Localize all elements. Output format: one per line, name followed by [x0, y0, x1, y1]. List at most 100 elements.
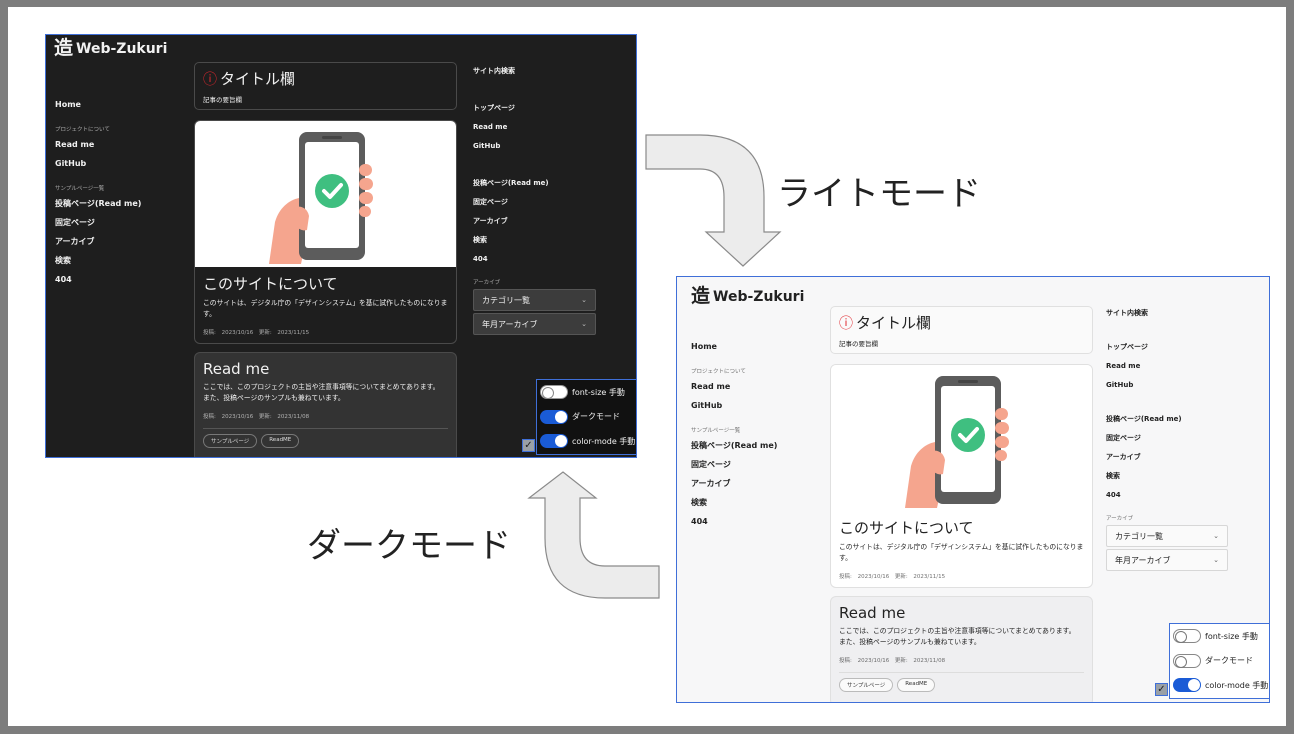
chevron-down-icon: ⌄ [1213, 556, 1219, 564]
article-posted: 投稿: 2023/10/16 [839, 574, 890, 580]
article-updated: 更新: 2023/11/15 [258, 330, 310, 336]
side-top-page[interactable]: トップページ [473, 99, 603, 118]
font-size-switch[interactable] [1173, 629, 1201, 644]
phone-illustration [195, 121, 456, 267]
dark-mode-screenshot: 造 Web-Zukuri Home プロジェクトについて Read me Git… [45, 34, 637, 458]
nav-github[interactable]: GitHub [55, 154, 185, 173]
color-mode-switch[interactable] [1173, 678, 1201, 693]
monthly-archive-select[interactable]: 年月アーカイブ ⌄ [1106, 549, 1228, 571]
tag-readme[interactable]: ReadME [261, 434, 300, 448]
toggle-panel: font-size 手動 ダークモード color-mode 手動 [1169, 623, 1269, 699]
dark-mode-switch[interactable] [1173, 653, 1201, 668]
nav-search[interactable]: 検索 [55, 251, 185, 270]
article-title: このサイトについて [839, 519, 974, 537]
side-404[interactable]: 404 [473, 250, 603, 269]
nav-read-me[interactable]: Read me [691, 377, 821, 396]
readme-text: ここでは、このプロジェクトの主旨や注意事項等についてまとめてあります。 また、投… [839, 627, 1076, 646]
chevron-down-icon: ⌄ [1213, 532, 1219, 540]
font-size-toggle-row[interactable]: font-size 手動 [537, 380, 636, 405]
nav-home[interactable]: Home [691, 337, 821, 356]
color-mode-switch[interactable] [540, 434, 568, 449]
readme-updated: 更新: 2023/11/08 [894, 658, 946, 664]
nav-heading-project: プロジェクトについて [691, 369, 746, 375]
nav-archive[interactable]: アーカイブ [691, 474, 821, 493]
font-size-label: font-size 手動 [572, 387, 625, 397]
side-post-page[interactable]: 投稿ページ(Read me) [1106, 410, 1236, 429]
readme-meta: 投稿: 2023/10/16 更新: 2023/11/08 [203, 412, 448, 420]
article-card[interactable]: このサイトについて このサイトは、デジタル庁の「デザインシステム」を基に試作した… [830, 364, 1093, 588]
nav-archive[interactable]: アーカイブ [55, 232, 185, 251]
category-select[interactable]: カテゴリ一覧 ⌄ [473, 289, 596, 311]
side-read-me[interactable]: Read me [1106, 357, 1236, 376]
arrow-to-light-icon [645, 134, 782, 267]
article-updated: 更新: 2023/11/15 [894, 574, 946, 580]
nav-fixed-page[interactable]: 固定ページ [55, 213, 185, 232]
dark-mode-toggle-row[interactable]: ダークモード [537, 405, 636, 430]
side-github[interactable]: GitHub [473, 137, 603, 156]
color-mode-toggle-row[interactable]: color-mode 手動 [537, 429, 636, 454]
nav-heading-project: プロジェクトについて [55, 127, 110, 133]
readme-title: Read me [839, 604, 906, 622]
font-size-label: font-size 手動 [1205, 631, 1258, 641]
dark-mode-switch[interactable] [540, 409, 568, 424]
side-search[interactable]: 検索 [1106, 467, 1236, 486]
arrow-to-dark-icon [527, 471, 660, 599]
readme-updated: 更新: 2023/11/08 [258, 414, 310, 420]
logo-mark: 造 [691, 285, 711, 307]
monthly-archive-select[interactable]: 年月アーカイブ ⌄ [473, 313, 596, 335]
tag-sample-page[interactable]: サンプルページ [203, 434, 258, 448]
light-mode-label: ライトモード [777, 174, 981, 214]
font-size-switch[interactable] [540, 385, 568, 400]
font-size-toggle-row[interactable]: font-size 手動 [1170, 624, 1269, 649]
nav-heading-sample: サンプルページ一覧 [691, 428, 741, 434]
chevron-down-icon: ⌄ [581, 320, 587, 328]
nav-read-me[interactable]: Read me [55, 135, 185, 154]
site-logo[interactable]: 造 Web-Zukuri [691, 287, 804, 306]
readme-posted: 投稿: 2023/10/16 [203, 414, 254, 420]
toggle-panel: font-size 手動 ダークモード color-mode 手動 [536, 379, 636, 455]
dark-mode-toggle-row[interactable]: ダークモード [1170, 649, 1269, 674]
nav-search[interactable]: 検索 [691, 493, 821, 512]
nav-fixed-page[interactable]: 固定ページ [691, 455, 821, 474]
nav-404[interactable]: 404 [55, 270, 185, 289]
logo-text: Web-Zukuri [713, 288, 805, 305]
monthly-select-value: 年月アーカイブ [482, 319, 538, 329]
side-fixed-page[interactable]: 固定ページ [1106, 429, 1236, 448]
side-read-me[interactable]: Read me [473, 118, 603, 137]
panel-checkbox[interactable]: ✓ [522, 439, 535, 452]
side-post-page[interactable]: 投稿ページ(Read me) [473, 174, 603, 193]
article-card[interactable]: このサイトについて このサイトは、デジタル庁の「デザインシステム」を基に試作した… [194, 120, 457, 344]
page-summary: 記事の要旨欄 [203, 96, 242, 104]
category-select[interactable]: カテゴリ一覧 ⌄ [1106, 525, 1228, 547]
main-column: ⓘ タイトル欄 記事の要旨欄 このサイトについて このサイトは、デジタル庁の「デ… [830, 306, 1093, 702]
side-archive[interactable]: アーカイブ [1106, 448, 1236, 467]
tag-readme[interactable]: ReadME [897, 678, 936, 692]
side-site-search[interactable]: サイト内検索 [1106, 304, 1236, 323]
side-404[interactable]: 404 [1106, 486, 1236, 505]
page-title: タイトル欄 [220, 70, 296, 88]
nav-home[interactable]: Home [55, 95, 185, 114]
tag-sample-page[interactable]: サンプルページ [839, 678, 894, 692]
nav-post-page[interactable]: 投稿ページ(Read me) [691, 436, 821, 455]
dark-mode-label: ダークモード [307, 526, 511, 566]
side-fixed-page[interactable]: 固定ページ [473, 193, 603, 212]
article-text: このサイトは、デジタル庁の「デザインシステム」を基に試作したものになります。 [839, 543, 1084, 562]
title-card: ⓘ タイトル欄 記事の要旨欄 [194, 62, 457, 110]
tag-list: サンプルページ ReadME [203, 428, 448, 448]
readme-card[interactable]: Read me ここでは、このプロジェクトの主旨や注意事項等についてまとめてあり… [830, 596, 1093, 702]
side-archive[interactable]: アーカイブ [473, 212, 603, 231]
side-github[interactable]: GitHub [1106, 376, 1236, 395]
panel-checkbox[interactable]: ✓ [1155, 683, 1168, 696]
nav-github[interactable]: GitHub [691, 396, 821, 415]
color-mode-toggle-row[interactable]: color-mode 手動 [1170, 673, 1269, 698]
site-logo[interactable]: 造 Web-Zukuri [54, 39, 167, 58]
left-nav: Home プロジェクトについて Read me GitHub サンプルページ一覧… [55, 95, 185, 289]
nav-404[interactable]: 404 [691, 512, 821, 531]
side-site-search[interactable]: サイト内検索 [473, 62, 603, 81]
monthly-select-value: 年月アーカイブ [1115, 555, 1171, 565]
readme-card[interactable]: Read me ここでは、このプロジェクトの主旨や注意事項等についてまとめてあり… [194, 352, 457, 457]
side-search[interactable]: 検索 [473, 231, 603, 250]
nav-post-page[interactable]: 投稿ページ(Read me) [55, 194, 185, 213]
left-nav: Home プロジェクトについて Read me GitHub サンプルページ一覧… [691, 337, 821, 531]
side-top-page[interactable]: トップページ [1106, 338, 1236, 357]
